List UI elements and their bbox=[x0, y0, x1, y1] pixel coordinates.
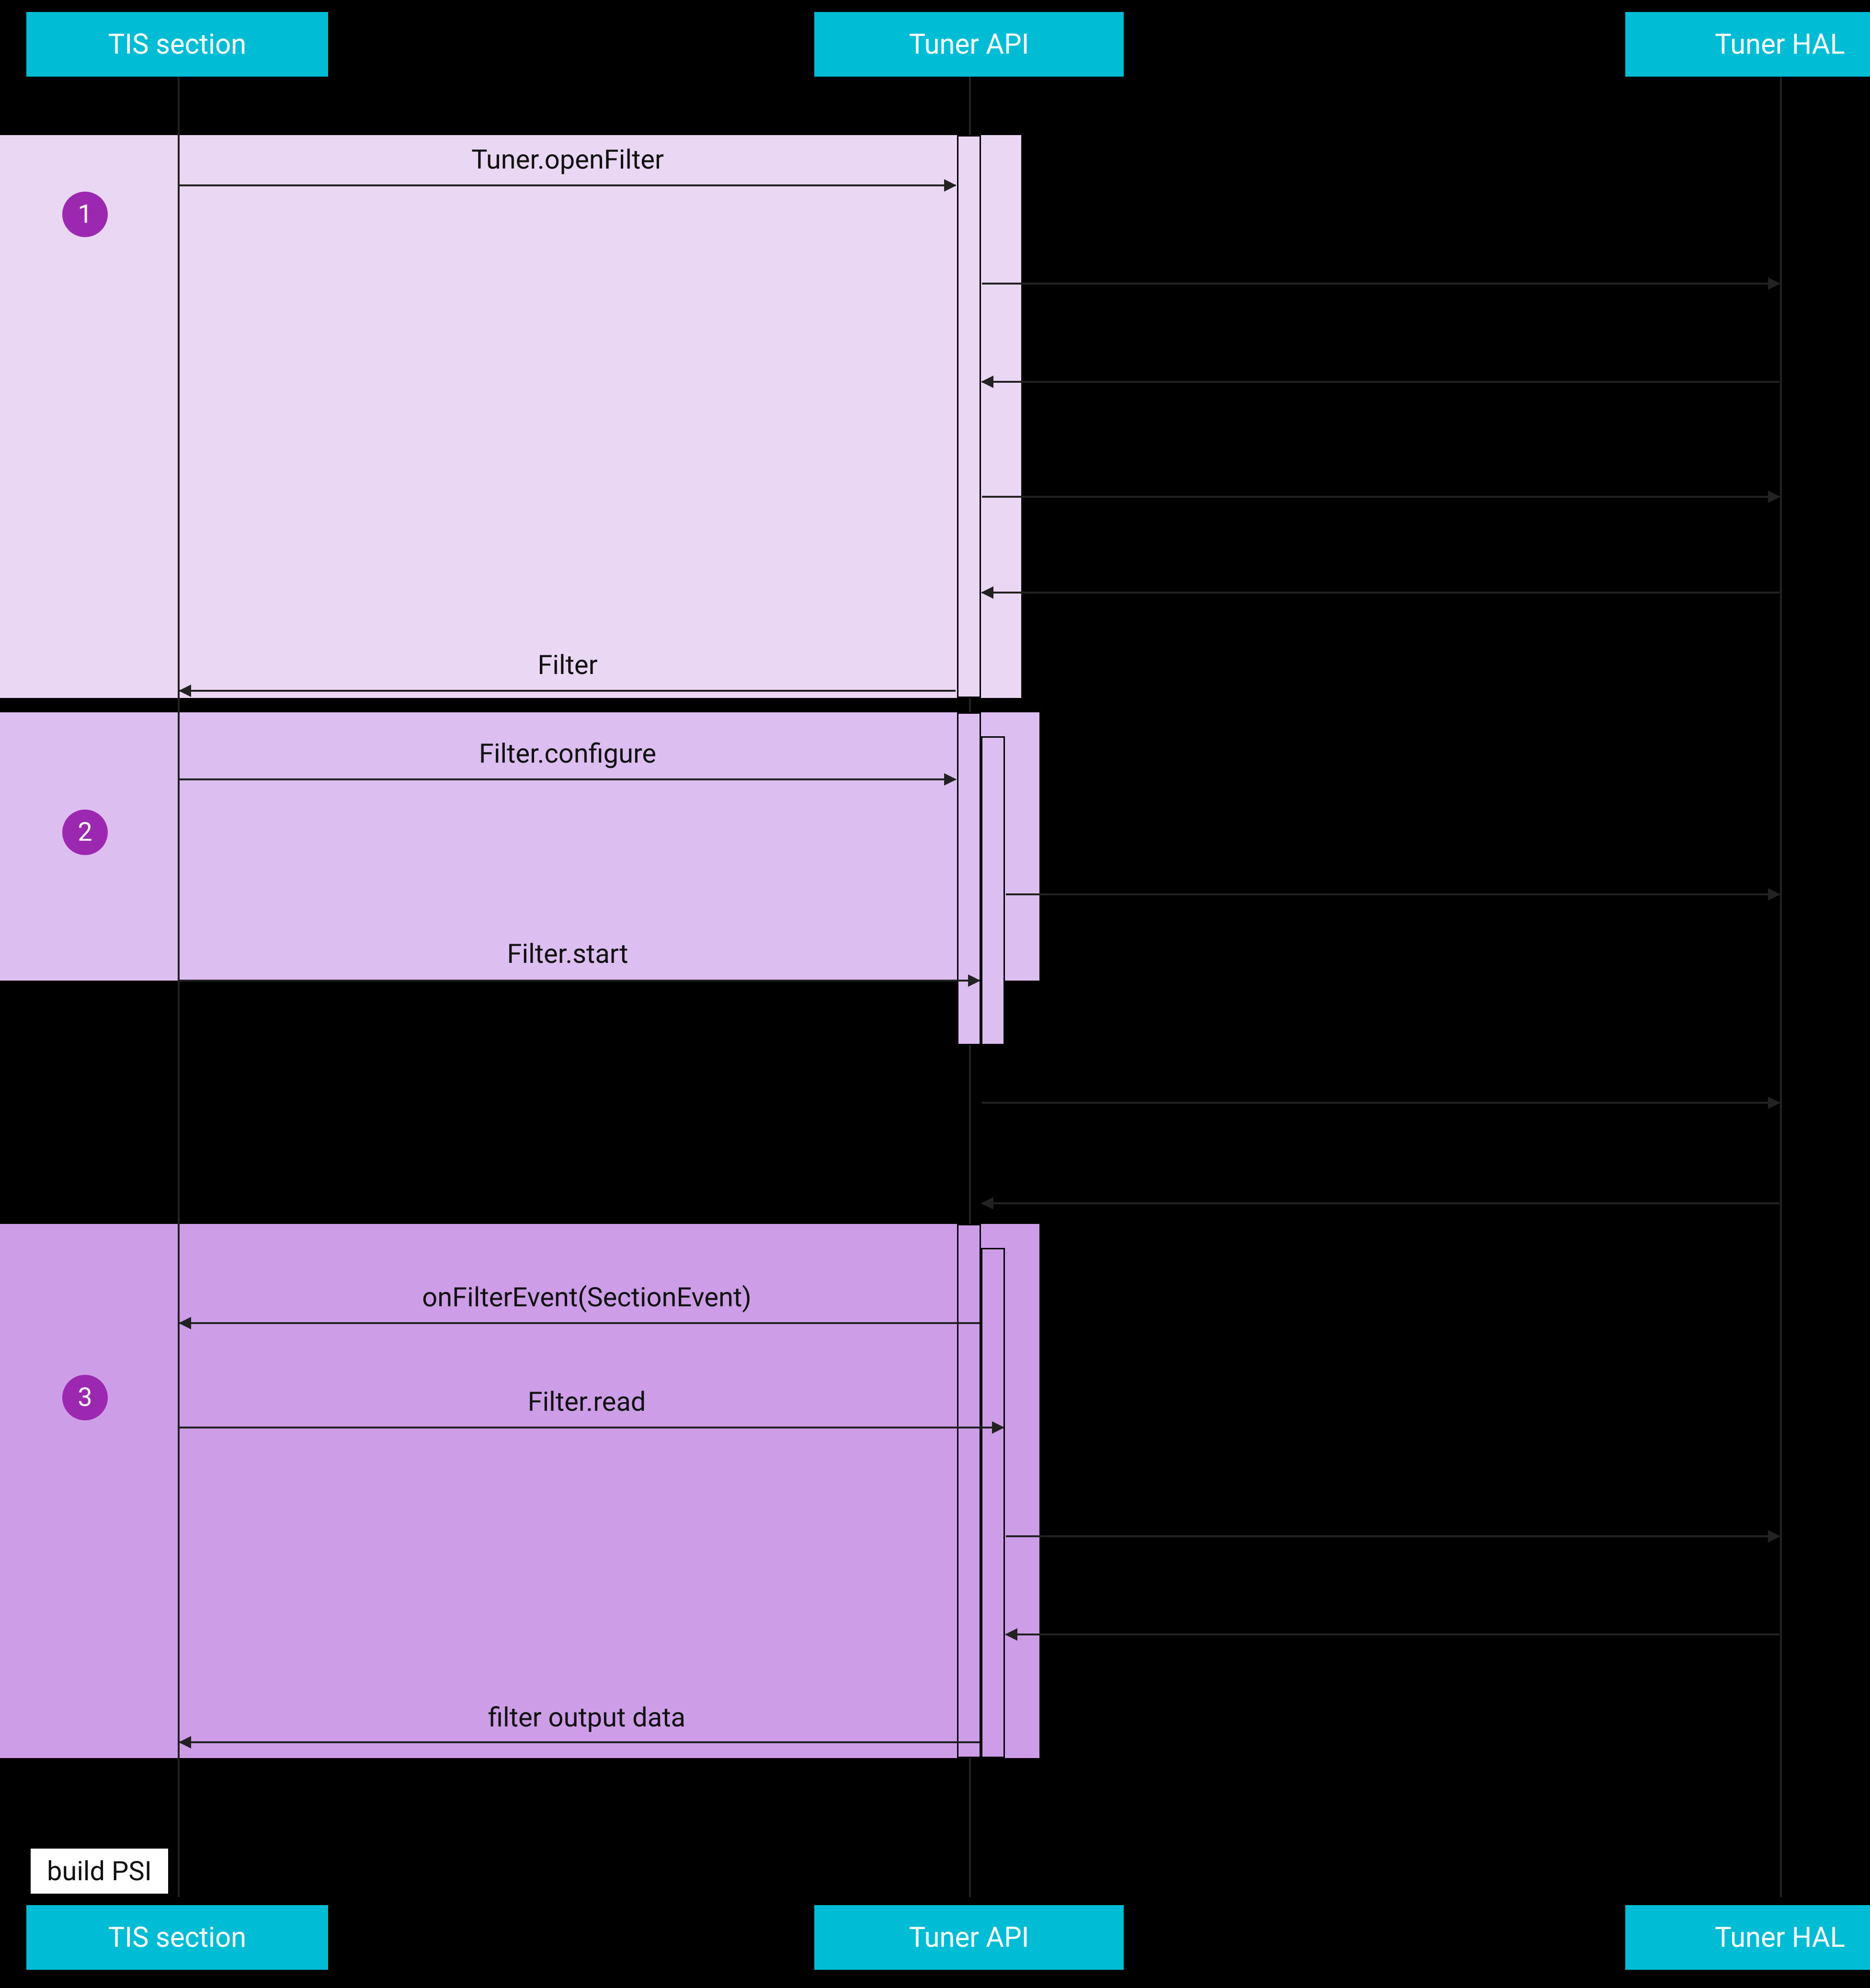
msg-api-hal-2a bbox=[1006, 893, 1779, 895]
arrowhead-right-icon bbox=[1768, 1530, 1780, 1542]
msg-filterReturn-label: Filter bbox=[537, 649, 597, 681]
step-badge-1: 1 bbox=[62, 192, 108, 237]
activation-api-2b bbox=[981, 736, 1005, 1045]
msg-hal-api-3 bbox=[1006, 1634, 1779, 1635]
participant-tis-label: TIS section bbox=[108, 28, 246, 61]
participant-tis-bottom: TIS section bbox=[26, 1905, 328, 1970]
arrowhead-right-icon bbox=[968, 974, 981, 987]
msg-onFilterEvent-label: onFilterEvent(SectionEvent) bbox=[422, 1281, 751, 1313]
participant-hal-label-bottom: Tuner HAL bbox=[1715, 1921, 1845, 1954]
msg-configure bbox=[180, 778, 956, 780]
lifeline-tis bbox=[178, 77, 180, 1897]
msg-filterReturn bbox=[180, 690, 956, 692]
activation-api-3b bbox=[981, 1248, 1005, 1758]
step-badge-1-num: 1 bbox=[78, 199, 92, 229]
arrowhead-left-icon bbox=[981, 586, 993, 599]
msg-hal-api-1a bbox=[982, 381, 1779, 383]
msg-hal-api-2b bbox=[982, 1202, 1779, 1204]
note-build-psi: build PSI bbox=[29, 1847, 170, 1896]
arrowhead-left-icon bbox=[1005, 1628, 1017, 1641]
step-badge-3: 3 bbox=[62, 1375, 108, 1420]
participant-hal-top: Tuner HAL bbox=[1625, 12, 1870, 77]
arrowhead-left-icon bbox=[981, 376, 993, 388]
arrowhead-right-icon bbox=[1768, 1097, 1780, 1109]
participant-api-label: Tuner API bbox=[909, 28, 1029, 61]
msg-start-label: Filter.start bbox=[507, 938, 628, 970]
arrowhead-right-icon bbox=[1768, 491, 1780, 503]
msg-api-hal-1b bbox=[982, 496, 1779, 498]
msg-start bbox=[180, 980, 980, 982]
participant-api-top: Tuner API bbox=[814, 12, 1124, 77]
activation-api-2 bbox=[957, 712, 981, 1045]
arrowhead-right-icon bbox=[1768, 888, 1780, 901]
note-build-psi-text: build PSI bbox=[47, 1855, 152, 1887]
activation-api-3 bbox=[957, 1224, 981, 1758]
msg-filterOutput bbox=[180, 1741, 980, 1743]
participant-api-bottom: Tuner API bbox=[814, 1905, 1124, 1970]
arrowhead-left-icon bbox=[179, 685, 191, 697]
arrowhead-left-icon bbox=[179, 1317, 191, 1329]
step-badge-2: 2 bbox=[62, 810, 108, 855]
msg-api-hal-1a bbox=[982, 283, 1779, 285]
msg-api-hal-2b bbox=[982, 1102, 1779, 1104]
participant-hal-bottom: Tuner HAL bbox=[1625, 1905, 1870, 1970]
phase-1-band bbox=[0, 135, 1021, 698]
arrowhead-right-icon bbox=[944, 773, 957, 786]
msg-configure-label: Filter.configure bbox=[479, 738, 656, 769]
arrowhead-right-icon bbox=[944, 179, 957, 192]
participant-tis-label-bottom: TIS section bbox=[108, 1921, 246, 1954]
msg-openFilter-label: Tuner.openFilter bbox=[471, 144, 664, 175]
step-badge-2-num: 2 bbox=[78, 817, 92, 847]
lifeline-hal bbox=[1780, 77, 1782, 1897]
msg-openFilter bbox=[180, 184, 956, 186]
participant-api-label-bottom: Tuner API bbox=[909, 1921, 1029, 1954]
sequence-diagram: TIS section Tuner API Tuner HAL TIS sect… bbox=[0, 0, 1870, 1988]
msg-filterRead-label: Filter.read bbox=[528, 1386, 646, 1417]
participant-tis-top: TIS section bbox=[26, 12, 328, 77]
participant-hal-label: Tuner HAL bbox=[1715, 28, 1845, 61]
msg-api-hal-3 bbox=[1006, 1535, 1779, 1537]
arrowhead-right-icon bbox=[1768, 277, 1780, 290]
arrowhead-left-icon bbox=[179, 1736, 191, 1748]
step-badge-3-num: 3 bbox=[78, 1382, 92, 1413]
msg-filterRead bbox=[180, 1427, 1003, 1428]
msg-onFilterEvent bbox=[180, 1322, 980, 1324]
msg-filterOutput-label: filter output data bbox=[488, 1702, 685, 1733]
activation-api-1 bbox=[957, 135, 981, 698]
arrowhead-right-icon bbox=[992, 1421, 1004, 1434]
arrowhead-left-icon bbox=[981, 1197, 993, 1210]
msg-hal-api-1b bbox=[982, 592, 1779, 594]
